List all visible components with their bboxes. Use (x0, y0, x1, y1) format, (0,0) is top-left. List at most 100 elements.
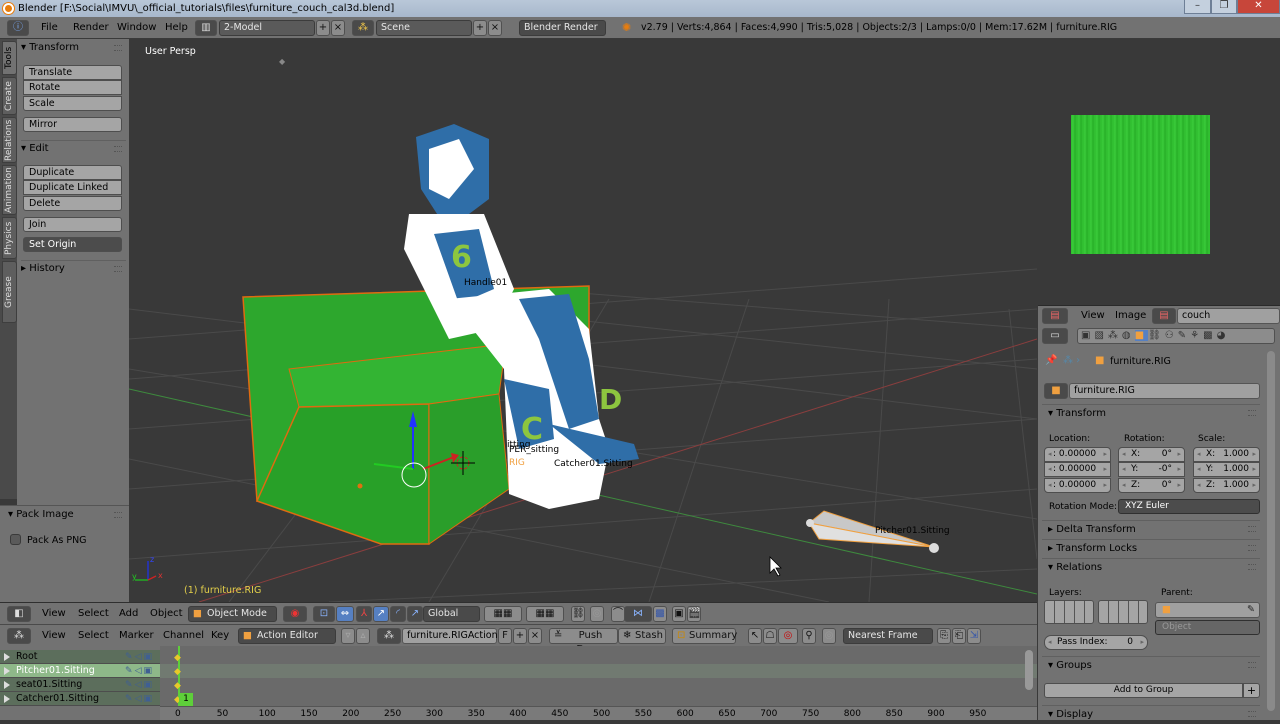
image-editor[interactable] (1038, 39, 1280, 305)
paste-keys-icon[interactable]: ⎗ (952, 628, 966, 644)
layers-grid-left[interactable] (1044, 600, 1094, 624)
panel-delta-transform-header[interactable]: ▸ Delta Transform (1042, 520, 1260, 538)
pivot-select-icon[interactable]: ⊡ (313, 606, 335, 622)
panel-history-header[interactable]: ▸ History (21, 260, 126, 276)
keyframe-root[interactable]: ◆ (174, 653, 181, 663)
bone-tab-icon[interactable]: ⚘ (1190, 330, 1203, 341)
minimize-button[interactable]: – (1184, 0, 1211, 14)
rotate-manip-icon[interactable]: ↗ (373, 606, 389, 622)
rotate-button[interactable]: Rotate (23, 80, 122, 95)
panel-pack-image-header[interactable]: ▾ Pack Image (8, 507, 126, 523)
scene-icon[interactable]: ⁂ (352, 20, 374, 36)
channel-root[interactable]: Root ✎◁▣ (0, 650, 160, 664)
ae-menu-marker[interactable]: Marker (119, 625, 154, 646)
layers-grid-right[interactable] (1098, 600, 1148, 624)
layer-prev-button[interactable]: ▿ (341, 628, 355, 644)
snap-icon[interactable]: ⌒ (611, 606, 625, 622)
vp-menu-view[interactable]: View (42, 603, 66, 624)
only-errors-icon[interactable]: ◎ (778, 628, 798, 644)
add-screen-button[interactable]: + (316, 20, 330, 36)
ae-menu-select[interactable]: Select (78, 625, 109, 646)
editor-type-3d-icon[interactable]: ◧ (7, 606, 31, 622)
object-browse-icon[interactable]: ■ (1044, 383, 1068, 399)
layer-next-button[interactable]: ▵ (356, 628, 370, 644)
proportional-icon[interactable]: ◎ (822, 628, 836, 644)
img-menu-view[interactable]: View (1081, 306, 1105, 326)
panel-transform-header[interactable]: ▾ Transform (21, 40, 126, 56)
ae-menu-view[interactable]: View (42, 625, 66, 646)
ae-menu-key[interactable]: Key (211, 625, 229, 646)
texture-tab-icon[interactable]: ▩ (1203, 330, 1216, 341)
menu-render[interactable]: Render (73, 17, 109, 39)
panel-edit-header[interactable]: ▾ Edit (21, 140, 126, 156)
scale-x-field[interactable]: ◂ X: 1.000 ▸ (1193, 447, 1260, 462)
copy-keys-icon[interactable]: ⎘ (937, 628, 951, 644)
menu-window[interactable]: Window (117, 17, 156, 39)
channel-icons[interactable]: ✎◁▣ (125, 692, 154, 706)
rotation-x-field[interactable]: ◂ X: 0° ▸ (1118, 447, 1185, 462)
stash-button[interactable]: ❄ Stash (618, 628, 666, 644)
editor-type-image-icon[interactable]: ▤ (1042, 308, 1068, 324)
translate-manip-icon[interactable]: ⅄ (356, 606, 372, 622)
duplicate-linked-button[interactable]: Duplicate Linked (23, 180, 122, 195)
panel-transform-header[interactable]: ▾ Transform (1042, 404, 1260, 422)
screen-layout-field[interactable]: 2-Model (219, 20, 315, 36)
close-button[interactable]: ✕ (1237, 0, 1280, 14)
menu-file[interactable]: File (41, 17, 58, 39)
pack-as-png-checkbox[interactable] (10, 534, 21, 545)
context-tabs[interactable]: ▣▧⁂◍■⛓⚇✎⚘▩◕ (1077, 328, 1275, 344)
add-group-plus-button[interactable]: + (1243, 683, 1260, 698)
panel-relations-header[interactable]: ▾ Relations (1042, 558, 1260, 576)
panel-transform-locks-header[interactable]: ▸ Transform Locks (1042, 539, 1260, 557)
constraints-tab-icon[interactable]: ⛓ (1148, 330, 1165, 341)
properties-scrollbar[interactable] (1267, 351, 1275, 711)
rotation-y-field[interactable]: ◂ Y: -0° ▸ (1118, 462, 1185, 477)
auto-snap-select[interactable]: Nearest Frame (843, 628, 933, 644)
scene-field[interactable]: Scene (376, 20, 472, 36)
rotation-z-field[interactable]: ◂ Z: 0° ▸ (1118, 478, 1185, 493)
pass-index-field[interactable]: ◂ Pass Index: 0 ▸ (1044, 635, 1148, 650)
tab-tools[interactable]: Tools (2, 41, 17, 75)
delete-button[interactable]: Delete (23, 196, 122, 211)
channel-seat[interactable]: seat01.Sitting ✎◁▣ (0, 678, 160, 692)
add-scene-button[interactable]: + (473, 20, 487, 36)
3d-viewport[interactable]: 6 C D User Persp ◆ Handle01 itting PER_s… (129, 39, 1037, 602)
action-browse-icon[interactable]: ⁂ (377, 628, 401, 644)
show-hidden-icon[interactable]: ☖ (763, 628, 777, 644)
image-browse-icon[interactable]: ▤ (1152, 308, 1176, 324)
remove-screen-button[interactable]: × (331, 20, 345, 36)
channel-catcher[interactable]: Catcher01.Sitting ✎◁▣ (0, 692, 160, 706)
panel-groups-header[interactable]: ▾ Groups (1042, 656, 1260, 674)
screen-layout-icon[interactable]: ▥ (195, 20, 217, 36)
world-tab-icon[interactable]: ◍ (1122, 330, 1135, 341)
snap-target-icon[interactable]: ▩ (653, 606, 667, 622)
location-y-field[interactable]: ◂: 0.00000 ▸ (1044, 462, 1111, 477)
fake-user-button[interactable]: F (498, 628, 512, 644)
duplicate-button[interactable]: Duplicate (23, 165, 122, 180)
paste-flipped-icon[interactable]: ⇲ (967, 628, 981, 644)
layers-grid-2[interactable]: ▦▦ (526, 606, 564, 622)
render-engine-select[interactable]: Blender Render (519, 20, 606, 36)
tab-grease-pencil[interactable]: Grease Pencil (2, 261, 17, 323)
new-action-button[interactable]: + (513, 628, 527, 644)
eyedropper-icon[interactable]: ✎ (1247, 603, 1255, 617)
shading-select-icon[interactable]: ◉ (283, 606, 307, 622)
physics-tab-icon[interactable]: ◕ (1217, 330, 1230, 341)
manipulator-toggle-icon[interactable]: ⇔ (336, 606, 354, 622)
scale-z-field[interactable]: ◂ Z: 1.000 ▸ (1193, 478, 1260, 493)
ae-menu-channel[interactable]: Channel (163, 625, 204, 646)
orientation-select[interactable]: Global (423, 606, 480, 622)
modifiers-tab-icon[interactable]: ⚇ (1165, 330, 1178, 341)
lock-layers-icon[interactable]: ⛓ (571, 606, 585, 622)
data-tab-icon[interactable]: ✎ (1178, 330, 1190, 341)
channel-icons[interactable]: ✎◁▣ (125, 678, 154, 692)
parent-field[interactable]: ■ ✎ (1155, 602, 1260, 618)
dopesheet-mode-select[interactable]: ■ Action Editor (238, 628, 336, 644)
editor-type-dopesheet-icon[interactable]: ⁂ (7, 628, 31, 644)
render-tab-icon[interactable]: ▣ (1081, 330, 1094, 341)
image-name-field[interactable]: couch (1177, 308, 1280, 324)
frame-ruler[interactable]: 0 50 100 150 200 250 300 350 400 450 500 550 600 650 7… (160, 706, 1037, 720)
vp-menu-object[interactable]: Object (150, 603, 183, 624)
channel-icons[interactable]: ✎◁▣ (125, 664, 154, 678)
translate-button[interactable]: Translate (23, 65, 122, 80)
